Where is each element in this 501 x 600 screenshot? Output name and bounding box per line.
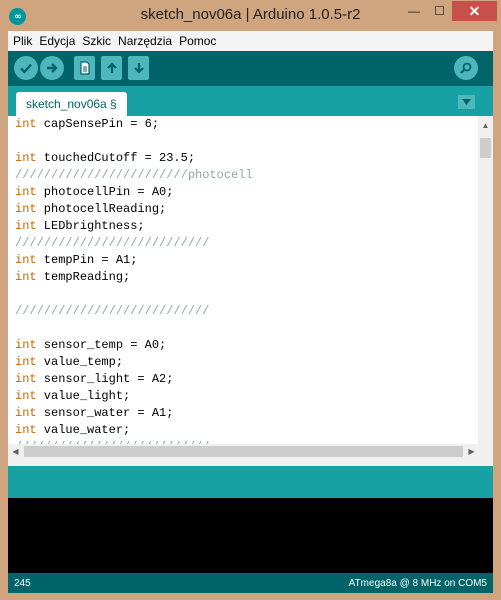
- code-comment: ///////////////////////////: [15, 236, 210, 250]
- code-keyword: int: [15, 185, 37, 199]
- verify-button[interactable]: [14, 56, 38, 80]
- code-text: photocellPin = A0;: [36, 185, 174, 199]
- code-line: ///////////////////////////: [8, 303, 478, 320]
- vertical-scroll-thumb[interactable]: [480, 138, 491, 158]
- message-area: [8, 466, 493, 498]
- tab-sketch[interactable]: sketch_nov06a §: [16, 92, 127, 116]
- open-icon: [106, 62, 117, 73]
- menu-plik[interactable]: Plik: [12, 34, 33, 48]
- code-text: touchedCutoff = 23.5;: [36, 151, 196, 165]
- line-number: 245: [14, 577, 31, 589]
- menu-narzedzia[interactable]: Narzędzia: [117, 34, 173, 48]
- code-text: value_water;: [36, 423, 131, 437]
- new-icon: [79, 61, 90, 75]
- code-text: sensor_water = A1;: [36, 406, 174, 420]
- window-frame: ∞ sketch_nov06a | Arduino 1.0.5-r2 — ☐ ✕…: [0, 0, 501, 600]
- horizontal-scroll-thumb[interactable]: [24, 446, 463, 457]
- code-text: tempReading;: [36, 270, 131, 284]
- code-line: int photocellPin = A0;: [8, 184, 478, 201]
- code-keyword: int: [15, 406, 37, 420]
- tab-bar: sketch_nov06a §: [8, 86, 493, 116]
- upload-button[interactable]: [40, 56, 64, 80]
- code-text: sensor_temp = A0;: [36, 338, 167, 352]
- code-keyword: int: [15, 423, 37, 437]
- code-line: int value_temp;: [8, 354, 478, 371]
- menu-edycja[interactable]: Edycja: [38, 34, 76, 48]
- code-keyword: int: [15, 338, 37, 352]
- board-info: ATmega8a @ 8 MHz on COM5: [348, 577, 487, 589]
- code-text: value_temp;: [36, 355, 124, 369]
- horizontal-scrollbar[interactable]: ◀ ▶: [8, 444, 493, 459]
- code-keyword: int: [15, 372, 37, 386]
- code-text: tempPin = A1;: [36, 253, 138, 267]
- scroll-up-arrow-icon[interactable]: ▲: [478, 118, 493, 132]
- code-keyword: int: [15, 355, 37, 369]
- code-text: capSensePin = 6;: [36, 117, 160, 131]
- code-line: int sensor_temp = A0;: [8, 337, 478, 354]
- code-line: int capSensePin = 6;: [8, 116, 478, 133]
- code-keyword: int: [15, 151, 37, 165]
- scroll-right-arrow-icon[interactable]: ▶: [464, 444, 479, 459]
- code-text: sensor_light = A2;: [36, 372, 174, 386]
- code-line: int tempReading;: [8, 269, 478, 286]
- save-icon: [133, 63, 144, 74]
- upload-icon: [47, 63, 58, 73]
- menu-szkic[interactable]: Szkic: [81, 34, 112, 48]
- code-keyword: int: [15, 389, 37, 403]
- code-text: photocellReading;: [36, 202, 167, 216]
- serial-monitor-icon: [460, 62, 472, 74]
- code-line: int value_water;: [8, 422, 478, 439]
- code-editor[interactable]: int capSensePin = 6; int touchedCutoff = …: [8, 116, 478, 444]
- close-button[interactable]: ✕: [452, 1, 497, 21]
- code-keyword: int: [15, 117, 37, 131]
- code-line: int sensor_water = A1;: [8, 405, 478, 422]
- code-keyword: int: [15, 202, 37, 216]
- code-line: int photocellReading;: [8, 201, 478, 218]
- maximize-button[interactable]: ☐: [427, 1, 452, 21]
- code-line: int sensor_light = A2;: [8, 371, 478, 388]
- minimize-button[interactable]: —: [401, 1, 427, 21]
- code-keyword: int: [15, 253, 37, 267]
- code-comment: ////////////////////////photocell: [15, 168, 253, 182]
- tab-label: sketch_nov06a §: [26, 97, 117, 111]
- client-area: Plik Edycja Szkic Narzędzia Pomoc sketch…: [8, 31, 493, 593]
- new-sketch-button[interactable]: [74, 56, 95, 80]
- toolbar: [8, 51, 493, 86]
- scroll-left-arrow-icon[interactable]: ◀: [8, 444, 23, 459]
- chevron-down-icon: [462, 99, 471, 105]
- menu-pomoc[interactable]: Pomoc: [178, 34, 217, 48]
- vertical-scrollbar[interactable]: ▲: [478, 116, 493, 444]
- menu-bar: Plik Edycja Szkic Narzędzia Pomoc: [8, 31, 493, 50]
- code-text: LEDbrightness;: [36, 219, 145, 233]
- serial-monitor-button[interactable]: [454, 56, 478, 80]
- verify-icon: [20, 63, 32, 74]
- code-line: int LEDbrightness;: [8, 218, 478, 235]
- console-output[interactable]: [8, 498, 493, 573]
- tab-menu-button[interactable]: [458, 95, 475, 109]
- code-text: value_light;: [36, 389, 131, 403]
- code-keyword: int: [15, 270, 37, 284]
- title-bar[interactable]: ∞ sketch_nov06a | Arduino 1.0.5-r2 — ☐ ✕: [0, 0, 501, 32]
- code-line: ////////////////////////photocell: [8, 167, 478, 184]
- code-line: int value_light;: [8, 388, 478, 405]
- code-keyword: int: [15, 219, 37, 233]
- code-line: ///////////////////////////: [8, 235, 478, 252]
- open-sketch-button[interactable]: [101, 56, 122, 80]
- status-bar: 245 ATmega8a @ 8 MHz on COM5: [8, 573, 493, 593]
- save-sketch-button[interactable]: [128, 56, 149, 80]
- code-line: int tempPin = A1;: [8, 252, 478, 269]
- code-comment: ///////////////////////////: [15, 304, 210, 318]
- code-line: int touchedCutoff = 23.5;: [8, 150, 478, 167]
